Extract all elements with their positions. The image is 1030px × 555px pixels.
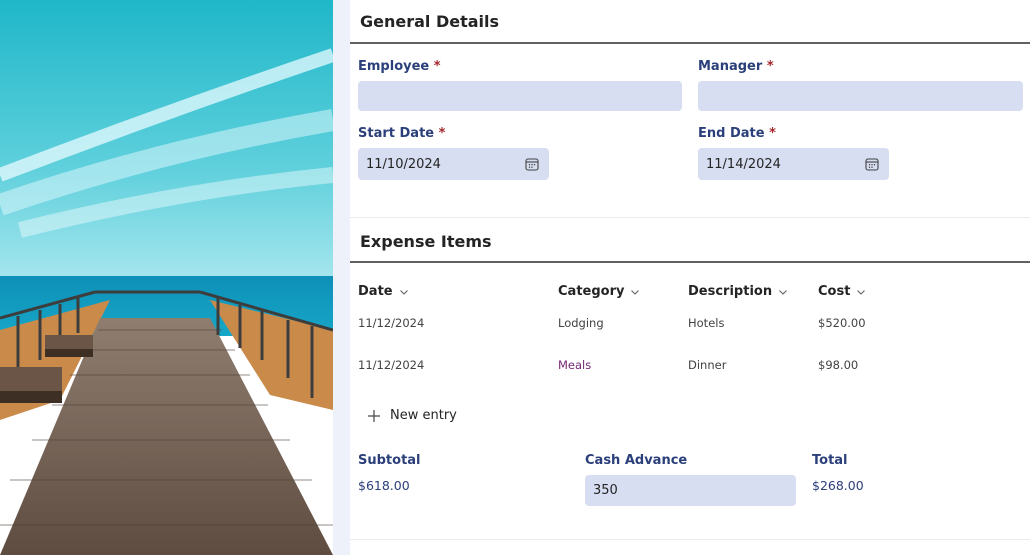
expense-form: General Details Employee * Manager * Sta…: [350, 0, 1030, 555]
employee-label: Employee *: [358, 59, 441, 74]
cell-date: 11/12/2024: [358, 358, 425, 372]
cash-advance-label: Cash Advance: [585, 453, 688, 468]
manager-input[interactable]: [706, 88, 1023, 104]
required-mark: *: [769, 126, 776, 141]
manager-field[interactable]: [698, 81, 1023, 111]
hero-image: [0, 0, 333, 555]
cell-category: Lodging: [558, 316, 604, 330]
app-root: General Details Employee * Manager * Sta…: [0, 0, 1030, 555]
cell-cost: $520.00: [818, 316, 866, 330]
section-separator: [350, 539, 1030, 540]
cell-date: 11/12/2024: [358, 316, 425, 330]
expense-items-rule: [350, 261, 1030, 263]
expense-items-title: Expense Items: [360, 232, 492, 251]
column-header-cost-label: Cost: [818, 284, 851, 299]
cell-description: Hotels: [688, 316, 725, 330]
employee-label-text: Employee: [358, 59, 430, 74]
end-date-label: End Date *: [698, 126, 776, 141]
end-date-label-text: End Date: [698, 126, 765, 141]
subtotal-label: Subtotal: [358, 453, 421, 468]
section-separator: [350, 217, 1030, 218]
start-date-value: 11/10/2024: [366, 156, 441, 172]
chevron-down-icon: [399, 289, 408, 295]
cash-advance-field[interactable]: [585, 475, 796, 506]
general-details-rule: [350, 42, 1030, 44]
new-entry-button[interactable]: New entry: [367, 408, 457, 423]
column-header-date[interactable]: Date: [358, 284, 409, 299]
general-details-title: General Details: [360, 12, 500, 31]
new-entry-label: New entry: [390, 408, 457, 423]
total-value: $268.00: [812, 478, 864, 493]
cell-description: Dinner: [688, 358, 727, 372]
employee-field[interactable]: [358, 81, 682, 111]
column-header-description[interactable]: Description: [688, 284, 788, 299]
end-date-field[interactable]: 11/14/2024: [698, 148, 889, 180]
start-date-label: Start Date *: [358, 126, 445, 141]
column-header-date-label: Date: [358, 284, 393, 299]
start-date-label-text: Start Date: [358, 126, 435, 141]
plus-icon: [368, 409, 380, 422]
employee-input[interactable]: [366, 88, 682, 104]
manager-label: Manager *: [698, 59, 774, 74]
subtotal-value: $618.00: [358, 478, 410, 493]
total-label: Total: [812, 453, 848, 468]
side-gutter: [333, 0, 350, 555]
calendar-icon[interactable]: [865, 157, 879, 171]
start-date-field[interactable]: 11/10/2024: [358, 148, 549, 180]
chevron-down-icon: [631, 289, 640, 295]
calendar-icon[interactable]: [525, 157, 539, 171]
column-header-category[interactable]: Category: [558, 284, 640, 299]
required-mark: *: [433, 59, 441, 74]
column-header-description-label: Description: [688, 284, 773, 299]
cell-category: Meals: [558, 358, 592, 372]
manager-label-text: Manager: [698, 59, 763, 74]
cash-advance-input[interactable]: [593, 483, 796, 498]
column-header-cost[interactable]: Cost: [818, 284, 866, 299]
required-mark: *: [766, 59, 774, 74]
end-date-value: 11/14/2024: [706, 156, 781, 172]
chevron-down-icon: [779, 289, 787, 295]
column-header-category-label: Category: [558, 284, 625, 299]
chevron-down-icon: [857, 289, 866, 295]
cell-cost: $98.00: [818, 358, 859, 372]
required-mark: *: [438, 126, 446, 141]
